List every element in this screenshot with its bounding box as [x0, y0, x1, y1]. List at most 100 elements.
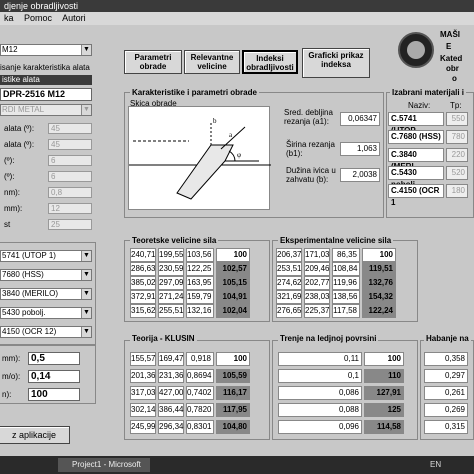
- eksperimentalne-cell: 154,32: [362, 290, 396, 304]
- chevron-down-icon[interactable]: ▼: [81, 105, 91, 115]
- klusin-cell: 0,7820: [186, 403, 214, 417]
- chevron-down-icon[interactable]: ▼: [81, 327, 91, 337]
- brand-line: o: [452, 74, 457, 83]
- chevron-down-icon[interactable]: ▼: [81, 289, 91, 299]
- klusin-cell: 231,36: [158, 369, 184, 383]
- param-field[interactable]: 45: [48, 123, 92, 134]
- svg-text:a: a: [229, 131, 233, 139]
- trenje-cell: 125: [364, 403, 404, 417]
- klusin-cell: 0,8694: [186, 369, 214, 383]
- window-title: djenje obradljivosti: [4, 1, 79, 11]
- param-field[interactable]: 45: [48, 139, 92, 150]
- feed-input[interactable]: 0,14: [28, 370, 80, 383]
- param-label: Sred. debljina rezanja (a1):: [284, 108, 333, 126]
- material-name: C.4150 (OCR 1: [388, 184, 444, 207]
- depth-input[interactable]: 0,5: [28, 352, 80, 365]
- param-label: Širina rezanja (b1):: [286, 140, 335, 158]
- tab-parametri-obrade[interactable]: Parametri obrade: [124, 50, 182, 74]
- param-value: 2,0038: [340, 168, 380, 182]
- teoretske-cell: 271,24: [158, 290, 184, 304]
- material-name: C.5430 pobolj: [388, 166, 444, 189]
- param-field[interactable]: 6: [48, 155, 92, 166]
- taskbar: Project1 - Microsoft V... EN: [0, 456, 474, 474]
- trenje-cell: 0,088: [278, 403, 362, 417]
- chevron-down-icon[interactable]: ▼: [81, 270, 91, 280]
- chevron-down-icon[interactable]: ▼: [81, 45, 91, 55]
- holder-field[interactable]: DPR-2516 M12: [0, 88, 92, 101]
- param-value: 0,06347: [340, 112, 380, 126]
- material-tp: 550: [446, 112, 468, 126]
- eksperimentalne-cell: 225,37: [304, 304, 330, 318]
- trenje-cell: 127,91: [364, 386, 404, 400]
- teoretske-cell: 315,62: [130, 304, 156, 318]
- chevron-down-icon[interactable]: ▼: [81, 308, 91, 318]
- trenje-cell: 110: [364, 369, 404, 383]
- language-indicator[interactable]: EN: [430, 460, 441, 469]
- tool-combo[interactable]: M12 ▼: [0, 44, 92, 56]
- klusin-cell: 155,57: [130, 352, 156, 366]
- klusin-cell: 105,59: [216, 369, 250, 383]
- menu-item-authors[interactable]: Autori: [62, 13, 86, 23]
- teoretske-cell: 255,51: [158, 304, 184, 318]
- material-combo[interactable]: 5741 (UTOP 1) ▼: [0, 250, 92, 262]
- cutting-diagram-icon: φ a b: [129, 117, 271, 200]
- trenje-cell: 0,11: [278, 352, 362, 366]
- material-tp: 520: [446, 166, 468, 180]
- izabrani-title: Izabrani materijali i: [390, 88, 467, 97]
- tool-combo-value: M12: [2, 45, 18, 54]
- teoretske-cell: 105,15: [216, 276, 250, 290]
- material-value: 7680 (HSS): [2, 270, 44, 279]
- klusin-cell: 427,00: [158, 386, 184, 400]
- material-combo[interactable]: 3840 (MERILO) ▼: [0, 288, 92, 300]
- klusin-cell: 0,918: [186, 352, 214, 366]
- tab-graficki-prikaz[interactable]: Graficki prikaz indeksa: [302, 48, 370, 78]
- klusin-cell: 296,34: [158, 420, 184, 434]
- brand-line: obr: [446, 64, 459, 73]
- material-value: 4150 (OCR 12): [2, 327, 57, 336]
- eksperimentalne-cell: 171,03: [304, 248, 330, 262]
- teoretske-cell: 286,63: [130, 262, 156, 276]
- tab-indeksi-obradljivosti[interactable]: Indeksi obradljivosti: [242, 50, 298, 74]
- tab-relevantne-velicine[interactable]: Relevantne velicine: [184, 50, 240, 74]
- title-bar: djenje obradljivosti: [0, 0, 474, 12]
- klusin-cell: 100: [216, 352, 250, 366]
- teoretske-cell: 297,09: [158, 276, 184, 290]
- chevron-down-icon[interactable]: ▼: [81, 251, 91, 261]
- material-combo[interactable]: 5430 pobolj. ▼: [0, 307, 92, 319]
- material-combo[interactable]: 4150 (OCR 12) ▼: [0, 326, 92, 338]
- klusin-cell: 302,14: [130, 403, 156, 417]
- klusin-cell: 117,95: [216, 403, 250, 417]
- eksperimentalne-cell: 100: [362, 248, 396, 262]
- menu-item-help[interactable]: Pomoc: [24, 13, 52, 23]
- klusin-cell: 169,47: [158, 352, 184, 366]
- input-label: n):: [2, 390, 12, 399]
- menu-item-file[interactable]: ka: [4, 13, 14, 23]
- param-field[interactable]: 25: [48, 219, 92, 230]
- material-tp: 180: [446, 184, 468, 198]
- material-name: C.3840 (MERI: [388, 148, 444, 171]
- eksperimentalne-cell: 238,03: [304, 290, 330, 304]
- eksperimentalne-cell: 108,84: [332, 262, 360, 276]
- taskbar-item-project[interactable]: Project1 - Microsoft V...: [58, 458, 150, 472]
- habanje-cell: 0,297: [424, 369, 468, 383]
- speed-input[interactable]: 100: [28, 388, 80, 401]
- klusin-cell: 201,36: [130, 369, 156, 383]
- param-field[interactable]: 0,8: [48, 187, 92, 198]
- svg-text:φ: φ: [237, 151, 241, 159]
- tool-caption: isanje karakteristika alata: [0, 63, 90, 72]
- teoretske-cell: 159,79: [186, 290, 214, 304]
- gear-icon: [407, 41, 425, 59]
- grade-combo[interactable]: RDI METAL ▼: [0, 104, 92, 116]
- material-tp: 780: [446, 130, 468, 144]
- param-field[interactable]: 12: [48, 203, 92, 214]
- param-label: (º):: [4, 156, 15, 165]
- eksperimentalne-cell: 132,76: [362, 276, 396, 290]
- param-field[interactable]: 6: [48, 171, 92, 182]
- left-panel: M12 ▼ isanje karakteristika alata istike …: [0, 26, 100, 454]
- eksperimentalne-title: Eksperimentalne velicine sila: [278, 236, 394, 245]
- material-combo[interactable]: 7680 (HSS) ▼: [0, 269, 92, 281]
- exit-application-button[interactable]: z aplikacije: [0, 426, 70, 444]
- column-header: Tp:: [450, 101, 462, 110]
- klusin-title: Teorija - KLUSIN: [130, 334, 197, 343]
- input-label: m/o):: [2, 372, 21, 381]
